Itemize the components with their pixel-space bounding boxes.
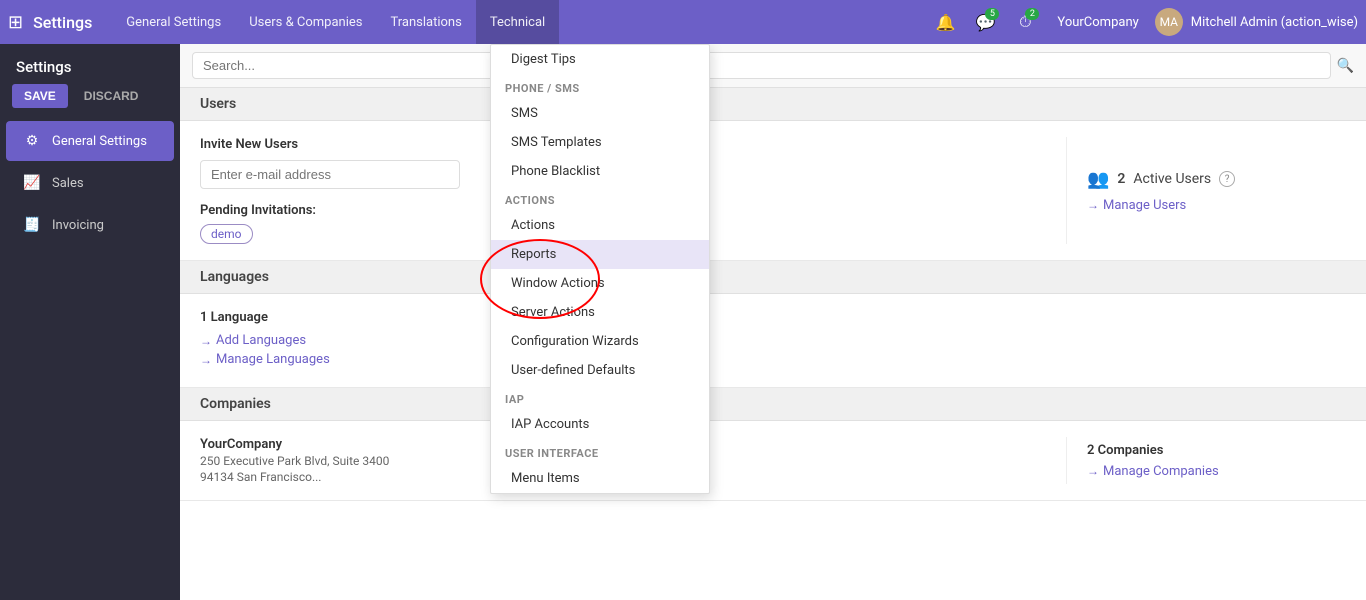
content-body: Users Invite New Users Pending Invitatio… <box>180 88 1366 501</box>
languages-section: Languages 1 Language → Add Languages → M… <box>180 261 1366 388</box>
add-languages-label: Add Languages <box>216 333 306 348</box>
dropdown-item-actions[interactable]: Actions <box>491 211 709 240</box>
save-button[interactable]: SAVE <box>12 84 68 108</box>
pending-tag[interactable]: demo <box>200 224 253 244</box>
sidebar-item-label: Sales <box>52 176 84 191</box>
companies-section-content: YourCompany 250 Executive Park Blvd, Sui… <box>180 421 1366 500</box>
topbar-right: 🔔 💬 5 ⏱ 2 YourCompany MA Mitchell Admin … <box>929 6 1358 38</box>
companies-section: Companies YourCompany 250 Executive Park… <box>180 388 1366 501</box>
arrow-icon: → <box>200 334 212 348</box>
sidebar-item-general-settings[interactable]: ⚙ General Settings <box>6 121 174 161</box>
discard-button[interactable]: DISCARD <box>76 84 147 108</box>
dropdown-section-iap: IAP <box>491 385 709 410</box>
arrow-icon: → <box>1087 464 1099 478</box>
manage-users-link[interactable]: → Manage Users <box>1087 198 1346 213</box>
dropdown-menu: Digest Tips Phone / SMS SMS SMS Template… <box>490 44 710 494</box>
users-icon: 👥 <box>1087 169 1109 190</box>
app-container: Settings SAVE DISCARD ⚙ General Settings… <box>0 44 1366 600</box>
sidebar-item-invoicing[interactable]: 🧾 Invoicing <box>6 205 174 245</box>
dropdown-item-window-actions[interactable]: Window Actions <box>491 269 709 298</box>
clock-icon[interactable]: ⏱ 2 <box>1009 6 1041 38</box>
users-section-header: Users <box>180 88 1366 121</box>
languages-section-left: 1 Language → Add Languages → Manage Lang… <box>200 310 1346 371</box>
sidebar-item-sales[interactable]: 📈 Sales <box>6 163 174 203</box>
manage-companies-link[interactable]: → Manage Companies <box>1087 464 1346 479</box>
dropdown-item-iap-accounts[interactable]: IAP Accounts <box>491 410 709 439</box>
dropdown-section-user-interface: User Interface <box>491 439 709 464</box>
search-bar: 🔍 <box>180 44 1366 88</box>
manage-companies-label: Manage Companies <box>1103 464 1219 479</box>
companies-section-right: 2 Companies → Manage Companies <box>1066 437 1346 484</box>
username[interactable]: Mitchell Admin (action_wise) <box>1191 15 1358 30</box>
nav-item-technical[interactable]: Technical <box>476 0 559 44</box>
sidebar: Settings SAVE DISCARD ⚙ General Settings… <box>0 44 180 600</box>
topbar-brand: Settings <box>33 13 92 32</box>
help-icon[interactable]: ? <box>1219 171 1235 187</box>
dropdown-item-phone-blacklist[interactable]: Phone Blacklist <box>491 157 709 186</box>
main-content: 🔍 Users Invite New Users Pending Invitat… <box>180 44 1366 600</box>
languages-section-content: 1 Language → Add Languages → Manage Lang… <box>180 294 1366 387</box>
dropdown-item-digest-tips[interactable]: Digest Tips <box>491 45 709 74</box>
nav-item-translations[interactable]: Translations <box>376 0 475 44</box>
arrow-icon: → <box>1087 198 1099 212</box>
dropdown-item-sms-templates[interactable]: SMS Templates <box>491 128 709 157</box>
users-section-right: 👥 2 Active Users ? → Manage Users <box>1066 137 1346 244</box>
topbar-nav: General Settings Users & Companies Trans… <box>112 0 929 44</box>
manage-users-label: Manage Users <box>1103 198 1186 213</box>
sidebar-item-label: General Settings <box>52 134 147 149</box>
search-input[interactable] <box>192 52 1331 79</box>
companies-count: 2 Companies <box>1087 443 1346 458</box>
gear-icon: ⚙ <box>22 131 42 151</box>
manage-languages-label: Manage Languages <box>216 352 330 367</box>
dropdown-item-server-actions[interactable]: Server Actions <box>491 298 709 327</box>
add-languages-link[interactable]: → Add Languages <box>200 333 1346 348</box>
dropdown-section-actions: Actions <box>491 186 709 211</box>
active-users-row: 👥 2 Active Users ? <box>1087 169 1346 190</box>
nav-item-users-companies[interactable]: Users & Companies <box>235 0 376 44</box>
sidebar-item-label: Invoicing <box>52 218 104 233</box>
sidebar-actions: SAVE DISCARD <box>0 84 180 120</box>
nav-item-general-settings[interactable]: General Settings <box>112 0 235 44</box>
chat-icon[interactable]: 💬 5 <box>969 6 1001 38</box>
chart-icon: 📈 <box>22 173 42 193</box>
dropdown-item-sms[interactable]: SMS <box>491 99 709 128</box>
companies-section-header: Companies <box>180 388 1366 421</box>
active-users-count: 2 <box>1117 171 1125 187</box>
invite-email-input[interactable] <box>200 160 460 189</box>
search-icon: 🔍 <box>1337 58 1354 74</box>
clock-badge: 2 <box>1025 8 1039 20</box>
active-users-label: Active Users <box>1133 171 1211 187</box>
topbar: ⊞ Settings General Settings Users & Comp… <box>0 0 1366 44</box>
users-section: Users Invite New Users Pending Invitatio… <box>180 88 1366 261</box>
company-name[interactable]: YourCompany <box>1057 15 1138 30</box>
manage-languages-link[interactable]: → Manage Languages <box>200 352 1346 367</box>
chat-badge: 5 <box>985 8 999 20</box>
sidebar-title: Settings <box>0 44 180 84</box>
dropdown-item-user-defined-defaults[interactable]: User-defined Defaults <box>491 356 709 385</box>
dropdown-item-reports[interactable]: Reports <box>491 240 709 269</box>
dropdown-section-phone-sms: Phone / SMS <box>491 74 709 99</box>
apps-icon[interactable]: ⊞ <box>8 12 23 33</box>
arrow-icon: → <box>200 353 212 367</box>
dropdown-item-config-wizards[interactable]: Configuration Wizards <box>491 327 709 356</box>
dropdown-item-menu-items[interactable]: Menu Items <box>491 464 709 493</box>
lang-count: 1 Language <box>200 310 1346 325</box>
avatar[interactable]: MA <box>1155 8 1183 36</box>
languages-section-header: Languages <box>180 261 1366 294</box>
users-section-content: Invite New Users Pending Invitations: de… <box>180 121 1366 260</box>
invoice-icon: 🧾 <box>22 215 42 235</box>
notification-icon[interactable]: 🔔 <box>929 6 961 38</box>
